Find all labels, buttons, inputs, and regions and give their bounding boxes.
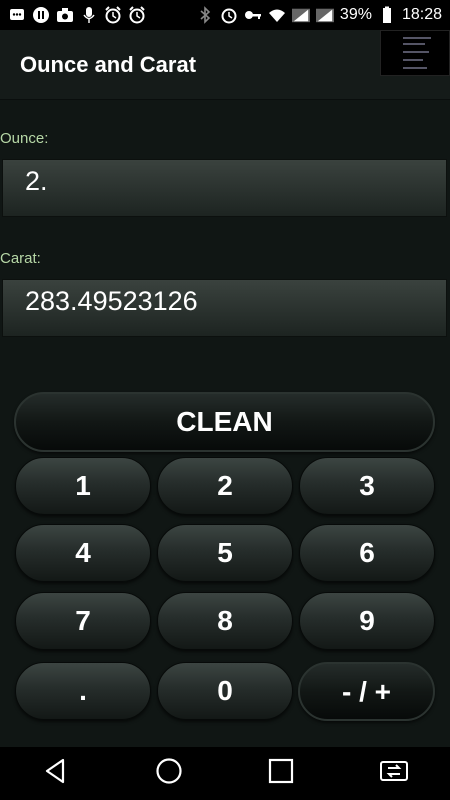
mic-icon xyxy=(80,6,98,24)
alarm-icon xyxy=(220,6,238,24)
back-icon[interactable] xyxy=(41,756,71,791)
clean-button[interactable]: CLEAN xyxy=(14,392,435,452)
switch-sim-icon[interactable] xyxy=(379,756,409,791)
status-bar: 39% 18:28 xyxy=(0,0,450,30)
key-8-button[interactable]: 8 xyxy=(157,592,293,650)
key-9-button[interactable]: 9 xyxy=(299,592,435,650)
key-5-button[interactable]: 5 xyxy=(157,524,293,582)
wifi-icon xyxy=(268,6,286,24)
key-2-button[interactable]: 2 xyxy=(157,457,293,515)
alarm-icon xyxy=(104,6,122,24)
bluetooth-icon xyxy=(196,6,214,24)
recents-icon[interactable] xyxy=(266,756,296,791)
signal-icon xyxy=(291,6,310,24)
carat-field[interactable]: 283.49523126 xyxy=(2,279,447,337)
home-icon[interactable] xyxy=(154,756,184,791)
key-icon xyxy=(244,6,262,24)
ounce-field[interactable]: 2. xyxy=(2,159,447,217)
status-right: 39% 18:28 xyxy=(196,6,442,24)
navigation-bar xyxy=(0,747,450,800)
key-6-button[interactable]: 6 xyxy=(299,524,435,582)
camera-icon xyxy=(56,6,74,24)
status-time: 18:28 xyxy=(401,6,442,23)
key-0-button[interactable]: 0 xyxy=(157,662,293,720)
decimal-point-button[interactable]: . xyxy=(15,662,151,720)
preview-thumbnail xyxy=(380,30,450,76)
key-1-button[interactable]: 1 xyxy=(15,457,151,515)
signal-icon xyxy=(315,6,334,24)
key-3-button[interactable]: 3 xyxy=(299,457,435,515)
key-4-button[interactable]: 4 xyxy=(15,524,151,582)
carat-label: Carat: xyxy=(0,250,41,267)
app-title: Ounce and Carat xyxy=(20,52,197,77)
message-icon xyxy=(8,6,26,24)
pause-icon xyxy=(32,6,50,24)
battery-percent: 39% xyxy=(339,6,372,23)
ounce-label: Ounce: xyxy=(0,130,49,147)
app-bar: Ounce and Carat xyxy=(0,30,450,100)
alarm-icon xyxy=(128,6,146,24)
battery-icon xyxy=(378,6,396,24)
key-7-button[interactable]: 7 xyxy=(15,592,151,650)
sign-toggle-button[interactable]: - / + xyxy=(298,662,435,721)
status-left xyxy=(8,6,146,24)
